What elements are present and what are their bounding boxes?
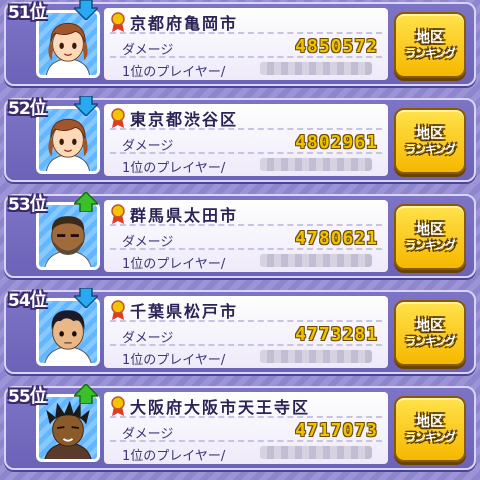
button-line2: ランキング — [405, 142, 456, 156]
ranking-info-panel: 東京都渋谷区 ダメージ 4802961 1位のプレイヤー/ — [104, 104, 388, 176]
blurred-player-name — [260, 446, 372, 459]
rank-label: 54位 — [8, 291, 47, 311]
damage-value: 4780621 — [295, 228, 378, 249]
button-line1: 地区 — [416, 414, 444, 430]
region-name: 東京都渋谷区 — [130, 110, 239, 129]
ranking-info-panel: 京都府亀岡市 ダメージ 4850572 1位のプレイヤー/ — [104, 8, 388, 80]
region-name: 京都府亀岡市 — [130, 14, 239, 33]
rank-up-arrow-icon — [74, 384, 98, 404]
button-line1: 地区 — [416, 222, 444, 238]
rank-label: 55位 — [8, 387, 47, 407]
damage-label: ダメージ — [122, 427, 174, 442]
medal-icon — [111, 108, 125, 128]
region-line: 東京都渋谷区 — [110, 108, 382, 130]
damage-line: ダメージ 4850572 — [110, 36, 382, 58]
medal-icon — [111, 396, 125, 416]
damage-value: 4850572 — [295, 36, 378, 57]
button-line1: 地区 — [416, 30, 444, 46]
region-line: 京都府亀岡市 — [110, 12, 382, 34]
top-player-label: 1位のプレイヤー/ — [122, 257, 226, 272]
button-line2: ランキング — [405, 46, 456, 60]
top-player-label: 1位のプレイヤー/ — [122, 353, 226, 368]
damage-label: ダメージ — [122, 331, 174, 346]
rank-up-arrow-icon — [74, 192, 98, 212]
top-player-label: 1位のプレイヤー/ — [122, 161, 226, 176]
rank-down-arrow-icon — [74, 96, 98, 116]
blurred-player-name — [260, 158, 372, 171]
rank-label: 51位 — [8, 3, 47, 23]
ranking-row: 52位 東京都渋谷区 ダメージ 4802961 1位のプレイヤー/ 地区 ランキ — [4, 96, 476, 182]
region-name: 大阪府大阪市天王寺区 — [130, 398, 311, 417]
rank-down-arrow-icon — [74, 288, 98, 308]
region-name: 千葉県松戸市 — [130, 302, 239, 321]
spiky-hair-boy-avatar-icon — [44, 400, 92, 459]
region-ranking-button[interactable]: 地区 ランキング — [394, 204, 466, 270]
region-name: 群馬県太田市 — [130, 206, 239, 225]
ranking-info-panel: 千葉県松戸市 ダメージ 4773281 1位のプレイヤー/ — [104, 296, 388, 368]
ranking-info-panel: 群馬県太田市 ダメージ 4780621 1位のプレイヤー/ — [104, 200, 388, 272]
rank-label: 53位 — [8, 195, 47, 215]
rank-label: 52位 — [8, 99, 47, 119]
damage-line: ダメージ 4773281 — [110, 324, 382, 346]
damage-value: 4717073 — [295, 420, 378, 441]
region-line: 千葉県松戸市 — [110, 300, 382, 322]
region-line: 大阪府大阪市天王寺区 — [110, 396, 382, 418]
girl-avatar-icon — [46, 118, 90, 171]
blurred-player-name — [260, 62, 372, 75]
button-line1: 地区 — [416, 318, 444, 334]
blurred-player-name — [260, 254, 372, 267]
ranking-row: 53位 群馬県太田市 ダメージ 4780621 1位のプレイヤー/ 地区 ランキ… — [4, 192, 476, 278]
region-ranking-button[interactable]: 地区 ランキング — [394, 300, 466, 366]
button-line1: 地区 — [416, 126, 444, 142]
medal-icon — [111, 12, 125, 32]
region-ranking-button[interactable]: 地区 ランキング — [394, 108, 466, 174]
damage-value: 4802961 — [295, 132, 378, 153]
ranking-info-panel: 大阪府大阪市天王寺区 ダメージ 4717073 1位のプレイヤー/ — [104, 392, 388, 464]
top-player-label: 1位のプレイヤー/ — [122, 449, 226, 464]
button-line2: ランキング — [405, 430, 456, 444]
top-player-line: 1位のプレイヤー/ — [110, 444, 382, 464]
top-player-label: 1位のプレイヤー/ — [122, 65, 226, 80]
top-player-line: 1位のプレイヤー/ — [110, 348, 382, 368]
region-line: 群馬県太田市 — [110, 204, 382, 226]
top-player-line: 1位のプレイヤー/ — [110, 60, 382, 80]
region-ranking-button[interactable]: 地区 ランキング — [394, 396, 466, 462]
damage-value: 4773281 — [295, 324, 378, 345]
damage-label: ダメージ — [122, 43, 174, 58]
top-player-line: 1位のプレイヤー/ — [110, 156, 382, 176]
button-line2: ランキング — [405, 334, 456, 348]
ranking-row: 51位 京都府亀岡市 ダメージ 4850572 1位のプレイヤー/ 地区 ランキ — [4, 0, 476, 86]
damage-line: ダメージ 4780621 — [110, 228, 382, 250]
medal-icon — [111, 300, 125, 320]
blurred-player-name — [260, 350, 372, 363]
damage-label: ダメージ — [122, 235, 174, 250]
bearded-man-avatar-icon — [44, 216, 92, 267]
damage-label: ダメージ — [122, 139, 174, 154]
medal-icon — [111, 204, 125, 224]
ranking-row: 54位 千葉県松戸市 ダメージ 4773281 1位のプレイヤー/ 地区 ランキ… — [4, 288, 476, 374]
region-ranking-button[interactable]: 地区 ランキング — [394, 12, 466, 78]
rank-down-arrow-icon — [74, 0, 98, 20]
ranking-row: 55位 大阪府大阪市天王寺区 ダメージ 4717073 1位のプレイヤー/ 地区… — [4, 384, 476, 470]
damage-line: ダメージ 4802961 — [110, 132, 382, 154]
button-line2: ランキング — [405, 238, 456, 252]
boy-avatar-icon — [44, 310, 92, 363]
top-player-line: 1位のプレイヤー/ — [110, 252, 382, 272]
girl-avatar-icon — [46, 22, 90, 75]
damage-line: ダメージ 4717073 — [110, 420, 382, 442]
